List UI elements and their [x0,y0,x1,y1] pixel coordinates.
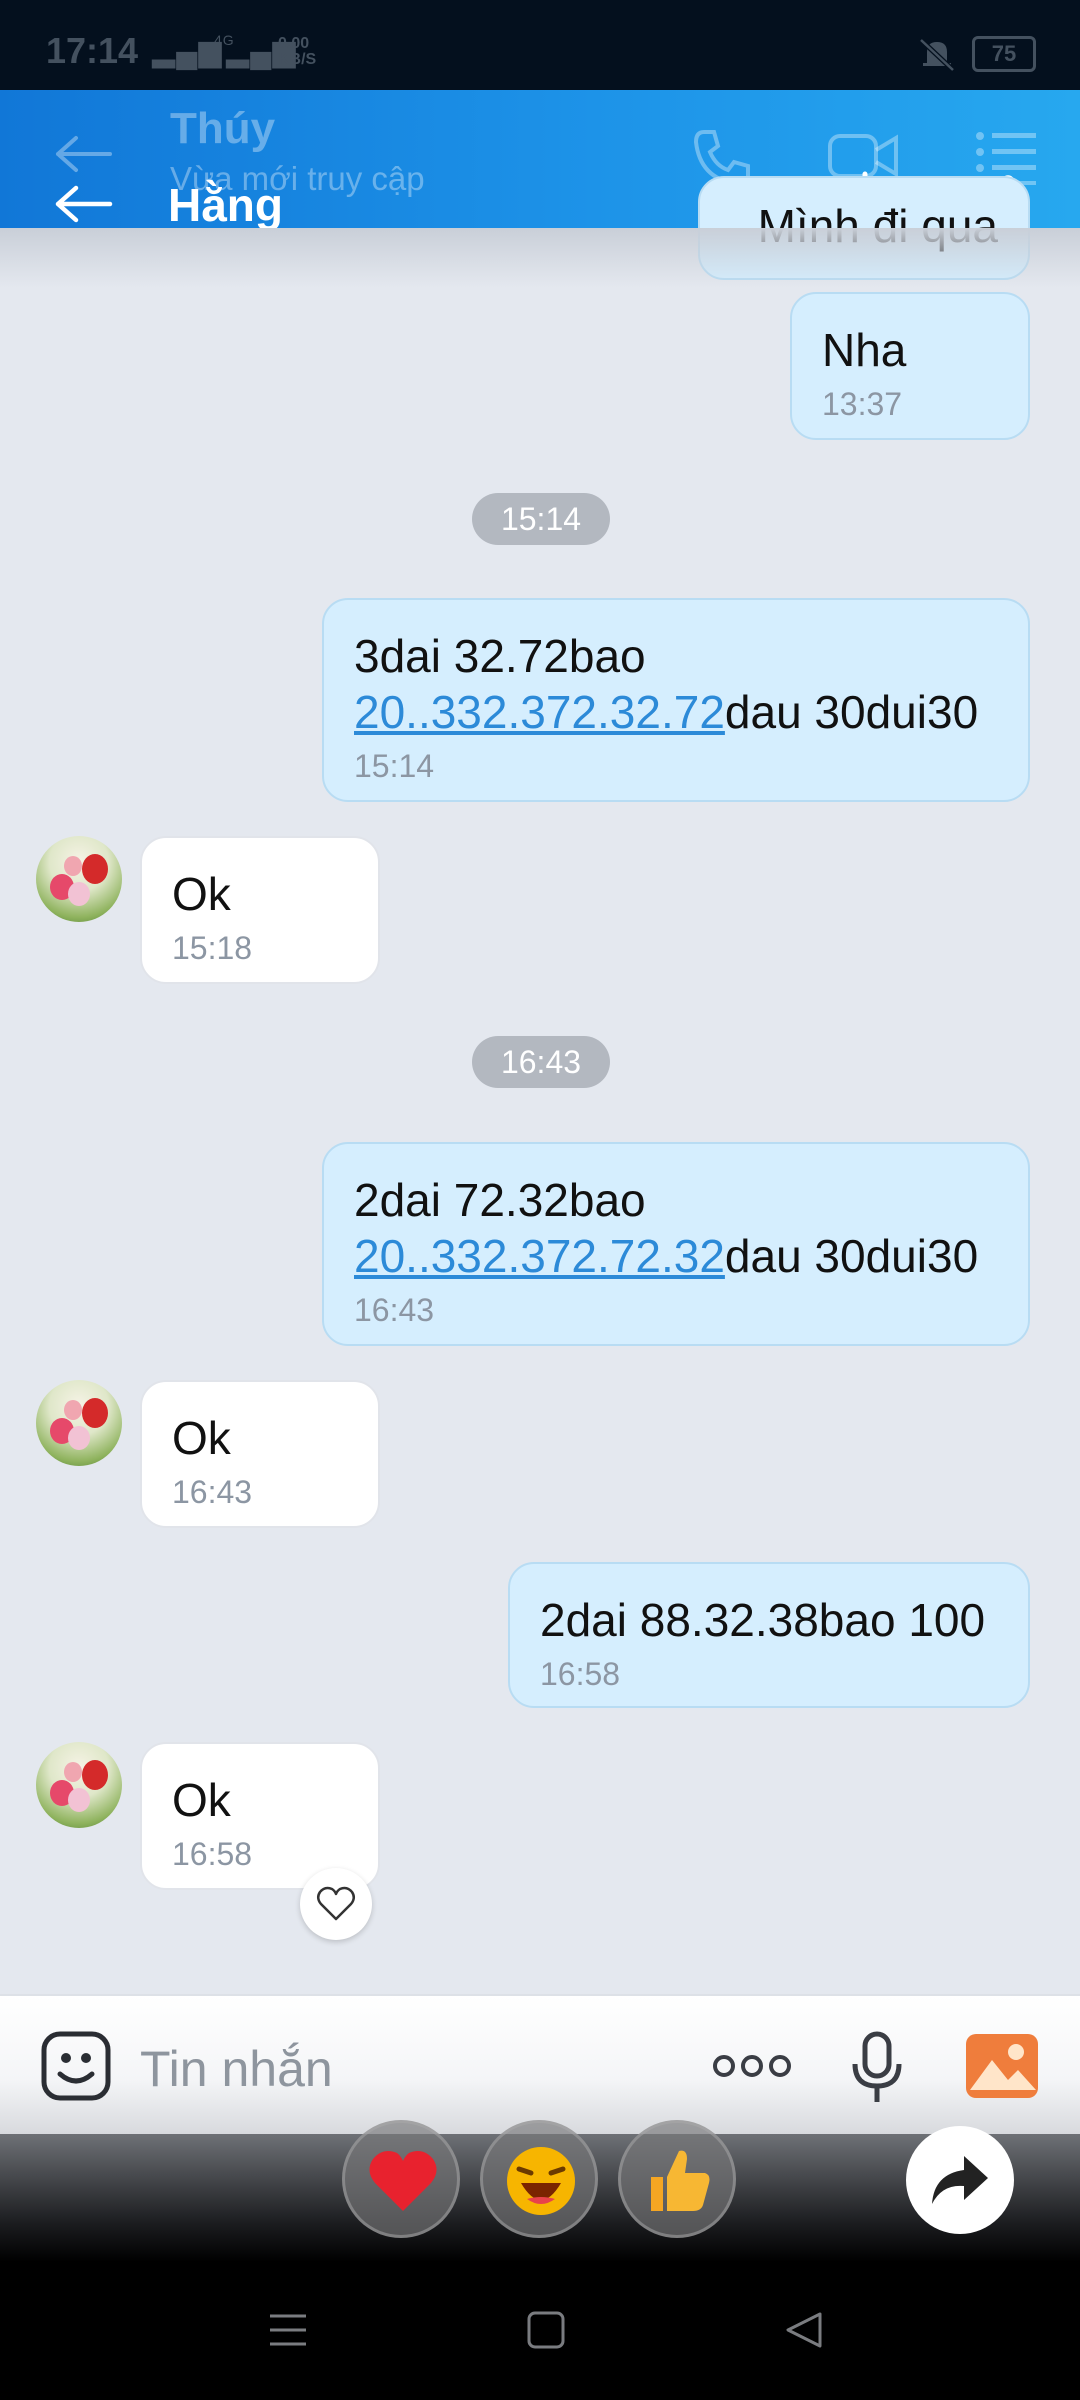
react-heart-button[interactable] [300,1868,372,1940]
message-bubble-outgoing[interactable]: 2dai 72.32bao 20..332.372.72.32dau 30dui… [322,1142,1030,1346]
laughing-face-icon [507,2147,575,2215]
muted-bell-icon [919,38,955,72]
back-arrow-icon[interactable] [54,184,114,224]
home-icon[interactable] [526,2310,566,2350]
date-separator: 15:14 [472,493,610,545]
heart-outline-icon [317,1886,355,1921]
message-bubble-incoming[interactable]: Ok 16:43 [140,1380,380,1528]
message-text-line1: 2dai 72.32bao [354,1174,646,1226]
ghost-contact-title: Thúy [170,104,276,153]
network-speed-value: 0.00 [278,35,310,52]
message-text-after-link: dau 30dui30 [724,1230,979,1282]
menu-icon[interactable] [268,2312,308,2348]
contact-avatar[interactable] [36,1380,122,1466]
message-time: 15:14 [354,748,435,784]
contact-avatar[interactable] [36,836,122,922]
message-time: 16:58 [540,1656,621,1692]
back-icon[interactable] [784,2310,824,2350]
message-link[interactable]: 20..332.372.32.72 [354,686,725,738]
message-text-line1: 3dai 32.72bao [354,630,646,682]
battery-indicator: 75 [972,36,1036,72]
message-text: Ok [172,868,231,920]
signal-icon: ▂▄▆ [152,35,223,68]
status-bar: 17:14 ▂▄▆ 4G ▂▄▆ 0.00 KB/S 75 [0,0,1080,90]
thumbs-up-icon [651,2150,710,2211]
network-speed: 0.00 KB/S [278,36,316,68]
message-text: Ok [172,1774,231,1826]
message-text: Ok [172,1412,231,1464]
system-navigation-bar [0,2262,1080,2400]
message-text-line2: 20..332.372.72.32dau 30dui30 [354,1228,998,1284]
message-bubble-outgoing[interactable]: 2dai 88.32.38bao 100 16:58 [508,1562,1030,1708]
message-input-bar: Tin nhắn [0,1994,1080,2136]
message-bubble-outgoing[interactable]: 3dai 32.72bao 20..332.372.32.72dau 30dui… [322,598,1030,802]
message-time: 16:43 [354,1292,435,1328]
emoji-sticker-icon[interactable] [40,2030,112,2102]
message-time: 16:58 [172,1836,253,1872]
contact-name: Hằng [168,179,283,231]
heart-icon [369,2151,437,2211]
date-separator: 16:43 [472,1036,610,1088]
ghost-back-icon [56,136,112,172]
message-text: Mình đi qua [757,200,998,252]
message-bubble-incoming[interactable]: Ok 15:18 [140,836,380,984]
message-bubble-incoming[interactable]: Ok 16:58 [140,1742,380,1890]
message-link[interactable]: 20..332.372.72.32 [354,1230,725,1282]
more-options-icon[interactable] [712,2052,792,2080]
message-input[interactable]: Tin nhắn [140,2040,333,2098]
message-text-line2: 20..332.372.32.72dau 30dui30 [354,684,998,740]
reaction-heart-button[interactable] [342,2120,460,2238]
message-bubble-outgoing[interactable]: Mình đi qua [698,176,1030,280]
message-text-after-link: dau 30dui30 [724,686,979,738]
network-speed-unit: KB/S [278,51,317,68]
message-bubble-outgoing[interactable]: Nha 13:37 [790,292,1030,440]
message-time: 16:43 [172,1474,253,1510]
reaction-like-button[interactable] [618,2120,736,2238]
message-time: 15:18 [172,930,253,966]
status-time: 17:14 [46,30,139,71]
image-gallery-icon[interactable] [964,2032,1040,2100]
reaction-laugh-button[interactable] [480,2120,598,2238]
forward-share-button[interactable] [906,2126,1014,2234]
message-text: Nha [822,324,907,376]
microphone-icon[interactable] [850,2030,904,2106]
message-text: 2dai 88.32.38bao 100 [540,1594,986,1646]
contact-avatar[interactable] [36,1742,122,1828]
message-time: 13:37 [822,386,903,422]
share-arrow-icon [932,2156,988,2204]
